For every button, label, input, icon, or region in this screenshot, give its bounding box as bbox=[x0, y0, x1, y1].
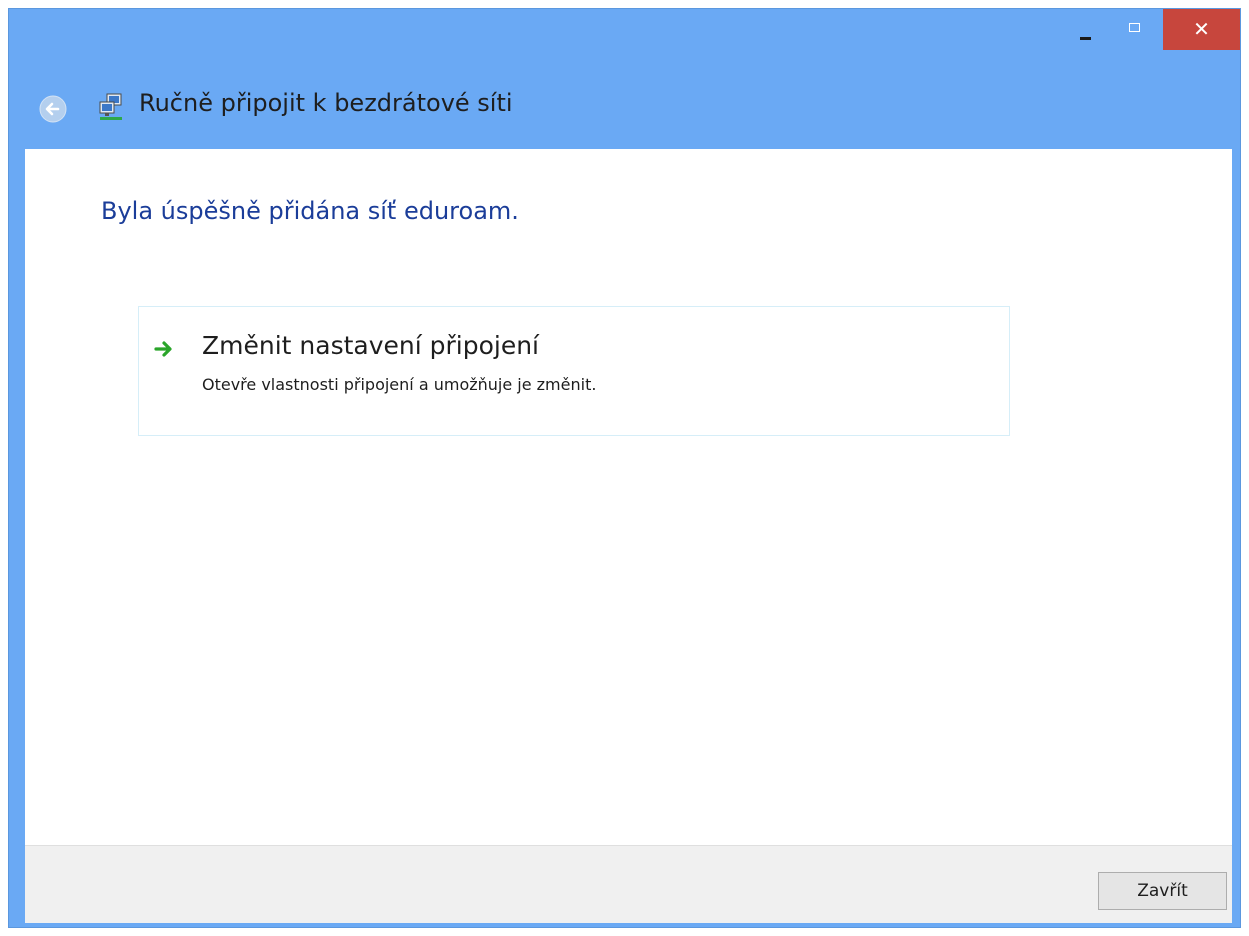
back-arrow-icon bbox=[39, 95, 67, 123]
close-button[interactable]: Zavřít bbox=[1098, 872, 1227, 910]
dialog-window: ✕ Ručně připojit k bezdrátové síti Byla … bbox=[8, 8, 1241, 928]
change-connection-settings-option[interactable]: Změnit nastavení připojení Otevře vlastn… bbox=[138, 306, 1010, 436]
title-bar: ✕ Ručně připojit k bezdrátové síti bbox=[9, 9, 1240, 149]
maximize-icon bbox=[1129, 23, 1140, 32]
green-arrow-icon bbox=[154, 341, 172, 357]
option-description: Otevře vlastnosti připojení a umožňuje j… bbox=[202, 375, 597, 394]
window-close-button[interactable]: ✕ bbox=[1163, 9, 1240, 50]
option-title: Změnit nastavení připojení bbox=[202, 331, 539, 360]
content-area: Byla úspěšně přidána síť eduroam. Změnit… bbox=[25, 149, 1232, 845]
minimize-icon bbox=[1080, 37, 1091, 40]
minimize-button[interactable] bbox=[1071, 9, 1099, 49]
success-heading: Byla úspěšně přidána síť eduroam. bbox=[101, 197, 519, 225]
window-title: Ručně připojit k bezdrátové síti bbox=[139, 89, 513, 117]
maximize-button[interactable] bbox=[1117, 9, 1151, 49]
footer-bar: Zavřít bbox=[25, 845, 1232, 923]
close-icon: ✕ bbox=[1193, 17, 1210, 41]
back-button[interactable] bbox=[39, 95, 67, 123]
network-icon bbox=[99, 93, 122, 120]
